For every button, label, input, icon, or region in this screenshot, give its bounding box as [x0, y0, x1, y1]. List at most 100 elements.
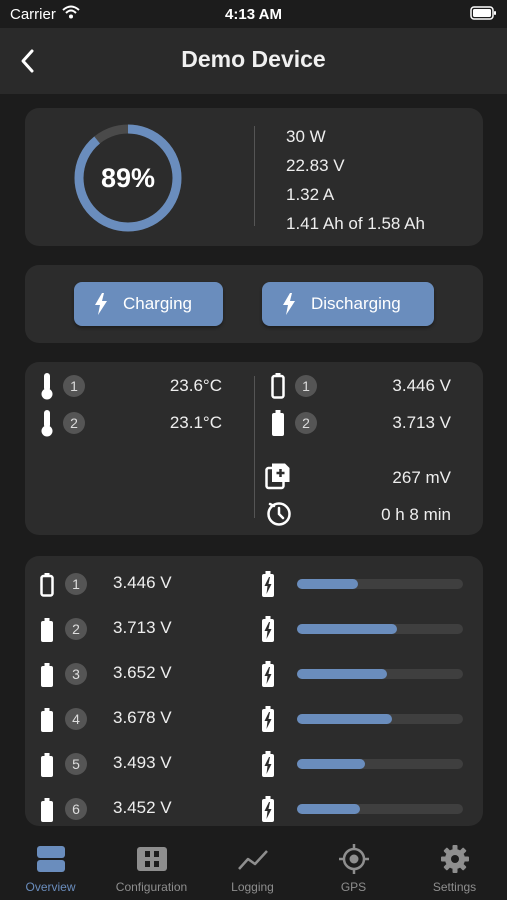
- gps-icon: [338, 844, 369, 874]
- status-bar: Carrier 4:13 AM: [0, 0, 507, 28]
- thermometer-icon: [41, 410, 53, 437]
- cell-level-bar: [297, 804, 463, 814]
- battery-charging-icon: [261, 796, 275, 827]
- current-value: 1.32 A: [286, 185, 335, 204]
- cell-row: 3 3.652 V: [25, 652, 483, 697]
- divider: [254, 126, 255, 226]
- battery-charging-icon: [261, 571, 275, 602]
- temperature-row: 2: [40, 408, 85, 438]
- tab-logging[interactable]: Logging: [202, 842, 303, 894]
- cell-badge: 6: [65, 798, 87, 820]
- battery-empty-icon: [40, 573, 54, 602]
- cell-level-bar: [297, 624, 463, 634]
- battery-charging-icon: [261, 751, 275, 782]
- mode-card: Charging Discharging: [25, 265, 483, 343]
- cell-badge: 2: [65, 618, 87, 640]
- cells-card: 1 3.446 V 2 3.713 V 3 3.652 V 4 3.678 V 5 3.493 V…: [25, 556, 483, 826]
- sensor-badge: 1: [295, 375, 317, 397]
- discharging-button[interactable]: Discharging: [262, 282, 434, 326]
- tab-label: Logging: [231, 880, 274, 894]
- cell-voltage: 3.493 V: [113, 753, 172, 772]
- battery-full-icon: [40, 708, 54, 737]
- tab-label: Settings: [432, 880, 477, 894]
- battery-full-icon: [40, 663, 54, 692]
- tab-label: Overview: [25, 880, 76, 894]
- battery-voltage-value: 3.713 V: [392, 413, 451, 432]
- voltage-value: 22.83 V: [286, 156, 345, 175]
- cell-level-fill: [297, 579, 359, 589]
- tab-settings[interactable]: Settings: [404, 842, 505, 894]
- summary-card: 89% 30 W 22.83 V 1.32 A 1.41 Ah of 1.58 …: [25, 108, 483, 246]
- battery-full-icon: [40, 798, 54, 827]
- cell-level-fill: [297, 759, 366, 769]
- cell-level-fill: [297, 714, 392, 724]
- cell-voltage: 3.678 V: [113, 708, 172, 727]
- temperature-value: 23.1°C: [169, 413, 222, 432]
- tab-bar: Overview Configuration Logging GPS Setti…: [0, 832, 507, 900]
- cell-level-fill: [297, 804, 361, 814]
- cell-badge: 5: [65, 753, 87, 775]
- discharging-label: Discharging: [311, 294, 401, 313]
- cell-badge: 4: [65, 708, 87, 730]
- capacity-value: 1.41 Ah of 1.58 Ah: [286, 214, 425, 233]
- configuration-icon: [136, 847, 167, 871]
- thermometer-icon: [41, 373, 53, 400]
- bolt-icon: [94, 293, 108, 315]
- page-title: Demo Device: [181, 46, 326, 72]
- timer-icon: [267, 502, 291, 526]
- sensor-badge: 2: [63, 412, 85, 434]
- battery-full-icon: [40, 618, 54, 647]
- elapsed-time-value: 0 h 8 min: [381, 505, 451, 524]
- tab-configuration[interactable]: Configuration: [101, 842, 202, 894]
- charge-percent: 89%: [100, 162, 156, 193]
- sensors-card: 1 23.6°C 2 23.1°C 1 3.446 V 2 3.713 V 26…: [25, 362, 483, 535]
- tab-overview[interactable]: Overview: [0, 842, 101, 894]
- clock: 4:13 AM: [225, 6, 282, 23]
- delta-voltage-value: 267 mV: [392, 468, 451, 487]
- cell-row: 4 3.678 V: [25, 697, 483, 742]
- battery-full-icon: [40, 753, 54, 782]
- power-value: 30 W: [286, 127, 326, 146]
- battery-full-icon: [272, 410, 284, 436]
- cell-row: 1 3.446 V: [25, 562, 483, 607]
- charging-label: Charging: [123, 294, 192, 313]
- cell-level-fill: [297, 669, 387, 679]
- battery-charging-icon: [261, 706, 275, 737]
- cell-badge: 3: [65, 663, 87, 685]
- cell-voltage: 3.452 V: [113, 798, 172, 817]
- temperature-row: 1: [40, 371, 85, 401]
- cell-voltage: 3.713 V: [113, 618, 172, 637]
- summary-stats: 30 W 22.83 V 1.32 A 1.41 Ah of 1.58 Ah: [286, 122, 425, 238]
- battery-charging-icon: [261, 661, 275, 692]
- sensor-badge: 1: [63, 375, 85, 397]
- tab-gps[interactable]: GPS: [303, 842, 404, 894]
- chart-line-icon: [237, 850, 268, 870]
- battery-row: 1: [271, 371, 317, 401]
- battery-status-icon: [470, 6, 496, 20]
- cell-voltage: 3.652 V: [113, 663, 172, 682]
- document-plus-icon: [265, 463, 290, 490]
- bolt-icon: [282, 293, 296, 315]
- cell-level-bar: [297, 714, 463, 724]
- battery-charging-icon: [261, 616, 275, 647]
- nav-bar: Demo Device: [0, 28, 507, 94]
- divider: [254, 376, 255, 518]
- temperature-value: 23.6°C: [169, 376, 222, 395]
- tab-label: Configuration: [115, 880, 188, 894]
- cell-level-bar: [297, 759, 463, 769]
- sensor-badge: 2: [295, 412, 317, 434]
- overview-icon: [36, 846, 65, 872]
- cell-level-bar: [297, 669, 463, 679]
- cell-level-bar: [297, 579, 463, 589]
- cell-level-fill: [297, 624, 397, 634]
- cell-voltage: 3.446 V: [113, 573, 172, 592]
- battery-empty-icon: [271, 373, 285, 399]
- tab-label: GPS: [340, 880, 367, 894]
- cell-row: 2 3.713 V: [25, 607, 483, 652]
- cell-badge: 1: [65, 573, 87, 595]
- battery-row: 2: [271, 408, 317, 438]
- gear-icon: [440, 845, 469, 873]
- cell-row: 6 3.452 V: [25, 787, 483, 832]
- charging-button[interactable]: Charging: [74, 282, 223, 326]
- battery-voltage-value: 3.446 V: [392, 376, 451, 395]
